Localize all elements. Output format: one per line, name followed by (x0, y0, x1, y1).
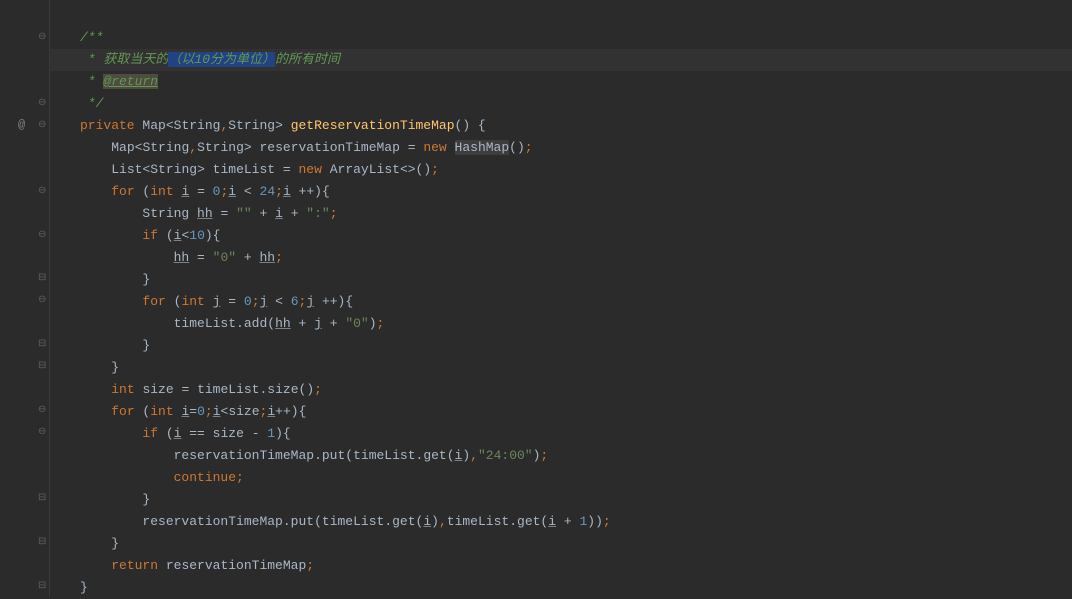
code-line: * 获取当天的（以10分为单位）的所有时间 (50, 49, 1072, 71)
override-icon[interactable]: @ (18, 114, 25, 136)
code-line: String hh = "" + i + ":"; (80, 203, 1072, 225)
fold-marker-icon[interactable]: ⊖ (38, 27, 48, 37)
fold-end-icon[interactable]: ⊟ (38, 334, 48, 344)
code-line: return reservationTimeMap; (80, 555, 1072, 577)
code-line: } (80, 335, 1072, 357)
code-line: * @return (80, 71, 1072, 93)
code-line: reservationTimeMap.put(timeList.get(i),"… (80, 445, 1072, 467)
code-line: } (80, 533, 1072, 555)
editor-gutter: ⊖ ⊖ @ ⊖ ⊖ ⊖ ⊟ ⊖ ⊟ ⊟ ⊖ ⊖ ⊟ ⊟ ⊟ (0, 0, 50, 597)
code-line: } (80, 577, 1072, 599)
code-line: } (80, 357, 1072, 379)
code-line: continue; (80, 467, 1072, 489)
code-content[interactable]: /** * 获取当天的（以10分为单位）的所有时间 * @return */ p… (50, 0, 1072, 597)
fold-marker-icon[interactable]: ⊖ (38, 400, 48, 410)
code-line: reservationTimeMap.put(timeList.get(i),t… (80, 511, 1072, 533)
code-line: for (int i = 0;i < 24;i ++){ (80, 181, 1072, 203)
code-line: if (i<10){ (80, 225, 1072, 247)
code-line: hh = "0" + hh; (80, 247, 1072, 269)
code-line: /** (80, 27, 1072, 49)
code-line: for (int j = 0;j < 6;j ++){ (80, 291, 1072, 313)
fold-end-icon[interactable]: ⊟ (38, 532, 48, 542)
code-line: int size = timeList.size(); (80, 379, 1072, 401)
fold-end-icon[interactable]: ⊟ (38, 356, 48, 366)
fold-marker-icon[interactable]: ⊖ (38, 422, 48, 432)
code-line: if (i == size - 1){ (80, 423, 1072, 445)
code-line: private Map<String,String> getReservatio… (80, 115, 1072, 137)
fold-marker-icon[interactable]: ⊖ (38, 290, 48, 300)
code-line: } (80, 489, 1072, 511)
fold-end-icon[interactable]: ⊟ (38, 576, 48, 586)
code-line: Map<String,String> reservationTimeMap = … (80, 137, 1072, 159)
fold-marker-icon[interactable]: ⊖ (38, 115, 48, 125)
code-line: } (80, 269, 1072, 291)
fold-marker-icon[interactable]: ⊖ (38, 225, 48, 235)
fold-end-icon[interactable]: ⊟ (38, 488, 48, 498)
fold-marker-icon[interactable]: ⊖ (38, 93, 48, 103)
code-line: List<String> timeList = new ArrayList<>(… (80, 159, 1072, 181)
code-editor[interactable]: ⊖ ⊖ @ ⊖ ⊖ ⊖ ⊟ ⊖ ⊟ ⊟ ⊖ ⊖ ⊟ ⊟ ⊟ 💡 /** * 获取… (0, 0, 1072, 597)
fold-end-icon[interactable]: ⊟ (38, 268, 48, 278)
code-line: */ (80, 93, 1072, 115)
fold-marker-icon[interactable]: ⊖ (38, 181, 48, 191)
code-line: for (int i=0;i<size;i++){ (80, 401, 1072, 423)
code-line: timeList.add(hh + j + "0"); (80, 313, 1072, 335)
code-line (80, 5, 1072, 27)
